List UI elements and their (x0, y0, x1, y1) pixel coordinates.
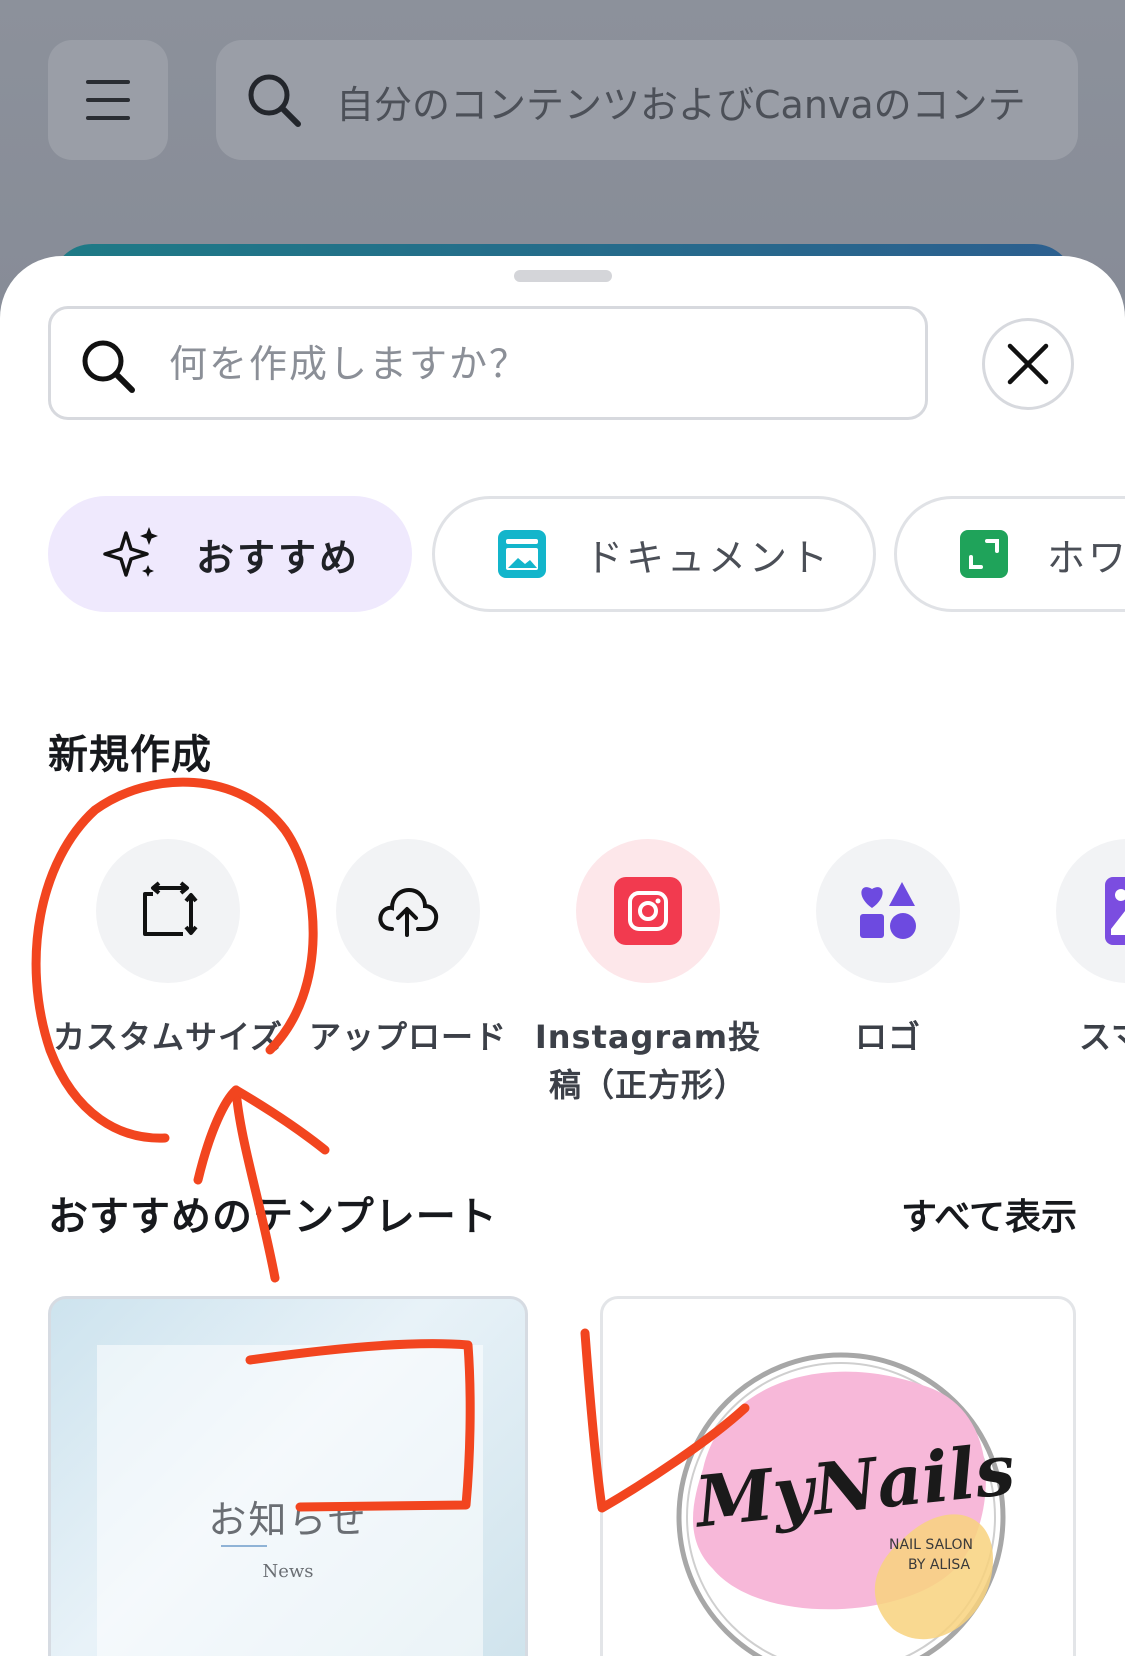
instagram-icon (614, 877, 682, 945)
create-instagram-post[interactable]: Instagram投稿（正方形） (528, 839, 768, 1109)
search-icon (82, 340, 135, 393)
template-line1: NAIL SALON (889, 1537, 973, 1553)
chip-document[interactable]: ドキュメント (432, 496, 876, 612)
create-icon-circle (576, 839, 720, 983)
create-item-label: スマホ (1078, 1018, 1125, 1056)
see-all-link[interactable]: すべて表示 (901, 1188, 1077, 1240)
chip-recommended[interactable]: おすすめ (48, 496, 412, 612)
create-upload[interactable]: アップロード (288, 839, 528, 1061)
create-new-title: 新規作成 (48, 732, 212, 778)
create-icon-circle (336, 839, 480, 983)
chip-label: ドキュメント (585, 535, 832, 580)
menu-button[interactable] (48, 40, 168, 160)
create-custom-size[interactable]: カスタムサイズ (48, 839, 288, 1061)
create-phone-wallpaper[interactable]: スマホ (1008, 839, 1125, 1061)
search-icon (248, 74, 301, 127)
template-card-nails[interactable]: MyNails NAIL SALON BY ALISA (600, 1296, 1076, 1656)
whiteboard-icon (960, 530, 1008, 578)
category-chips: おすすめ ドキュメント ホワ (0, 496, 1125, 616)
chip-label: おすすめ (196, 535, 361, 580)
background-search-bar[interactable]: 自分のコンテンツおよびCanvaのコンテ (216, 40, 1078, 160)
create-item-label: アップロード (308, 1018, 507, 1056)
create-icon-circle (96, 839, 240, 983)
create-icon-circle (1056, 839, 1125, 983)
template-title: お知らせ (208, 1498, 368, 1542)
create-sheet: おすすめ ドキュメント ホワ 新規作成 (0, 256, 1125, 1656)
hamburger-icon (86, 80, 130, 120)
template-line2: BY ALISA (908, 1557, 971, 1573)
chip-label: ホワ (1047, 535, 1125, 580)
templates-title: おすすめのテンプレート (48, 1194, 498, 1240)
create-new-row: カスタムサイズ アップロード Instagram投稿（正方形） ロゴ ス (0, 839, 1125, 1104)
create-logo[interactable]: ロゴ (768, 839, 1008, 1061)
resize-icon (143, 881, 198, 936)
create-item-label: ロゴ (854, 1018, 921, 1056)
template-subtitle: News (262, 1561, 314, 1582)
phone-wallpaper-icon (1105, 877, 1125, 945)
template-divider (221, 1545, 267, 1547)
template-card-news[interactable]: お知らせ News (48, 1296, 528, 1656)
background-search-placeholder: 自分のコンテンツおよびCanvaのコンテ (336, 83, 1026, 127)
cloud-upload-icon (378, 887, 439, 937)
create-item-label: カスタムサイズ (52, 1018, 284, 1056)
chip-whiteboard[interactable]: ホワ (894, 496, 1125, 612)
close-button[interactable] (982, 318, 1074, 410)
sheet-drag-handle[interactable] (514, 270, 612, 282)
create-search-box[interactable] (48, 306, 928, 420)
document-icon (498, 530, 546, 578)
shapes-icon (860, 882, 916, 939)
create-search-input[interactable] (167, 333, 891, 395)
close-icon (1007, 343, 1049, 385)
create-icon-circle (816, 839, 960, 983)
create-item-label: Instagram投稿（正方形） (534, 1018, 762, 1104)
sparkle-icon (103, 527, 158, 577)
